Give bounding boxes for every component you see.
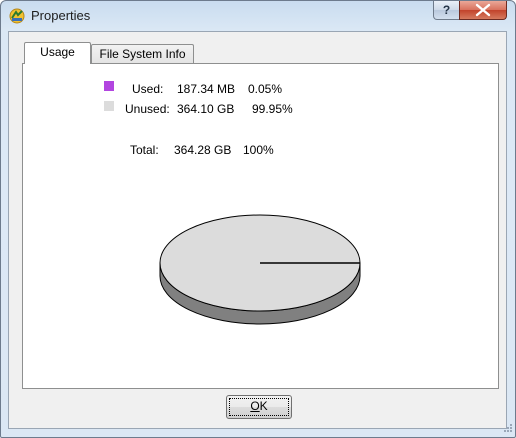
close-icon: [475, 3, 491, 17]
help-button[interactable]: ?: [433, 1, 460, 20]
tab-usage-label: Usage: [40, 45, 75, 59]
usage-panel: Used: 187.34 MB 0.05% Unused: 364.10 GB …: [22, 63, 499, 389]
ok-button[interactable]: OK: [226, 395, 292, 419]
close-button[interactable]: [459, 1, 507, 20]
window-title: Properties: [31, 8, 91, 23]
resize-grip-icon[interactable]: [501, 423, 513, 435]
tab-file-system-info[interactable]: File System Info: [91, 44, 194, 64]
ok-mnemonic: O: [250, 399, 260, 413]
tab-file-system-info-label: File System Info: [99, 47, 186, 61]
help-icon: ?: [442, 3, 451, 17]
app-icon: [9, 8, 25, 24]
dialog-client-area: Usage File System Info Used: 187.34 MB 0…: [8, 31, 507, 429]
title-bar[interactable]: Properties ?: [1, 1, 515, 31]
properties-window: Properties ? Usage File System Info Used…: [0, 0, 516, 438]
ok-label-rest: K: [259, 399, 268, 413]
tab-usage[interactable]: Usage: [24, 42, 91, 64]
usage-pie-chart: [159, 214, 361, 325]
